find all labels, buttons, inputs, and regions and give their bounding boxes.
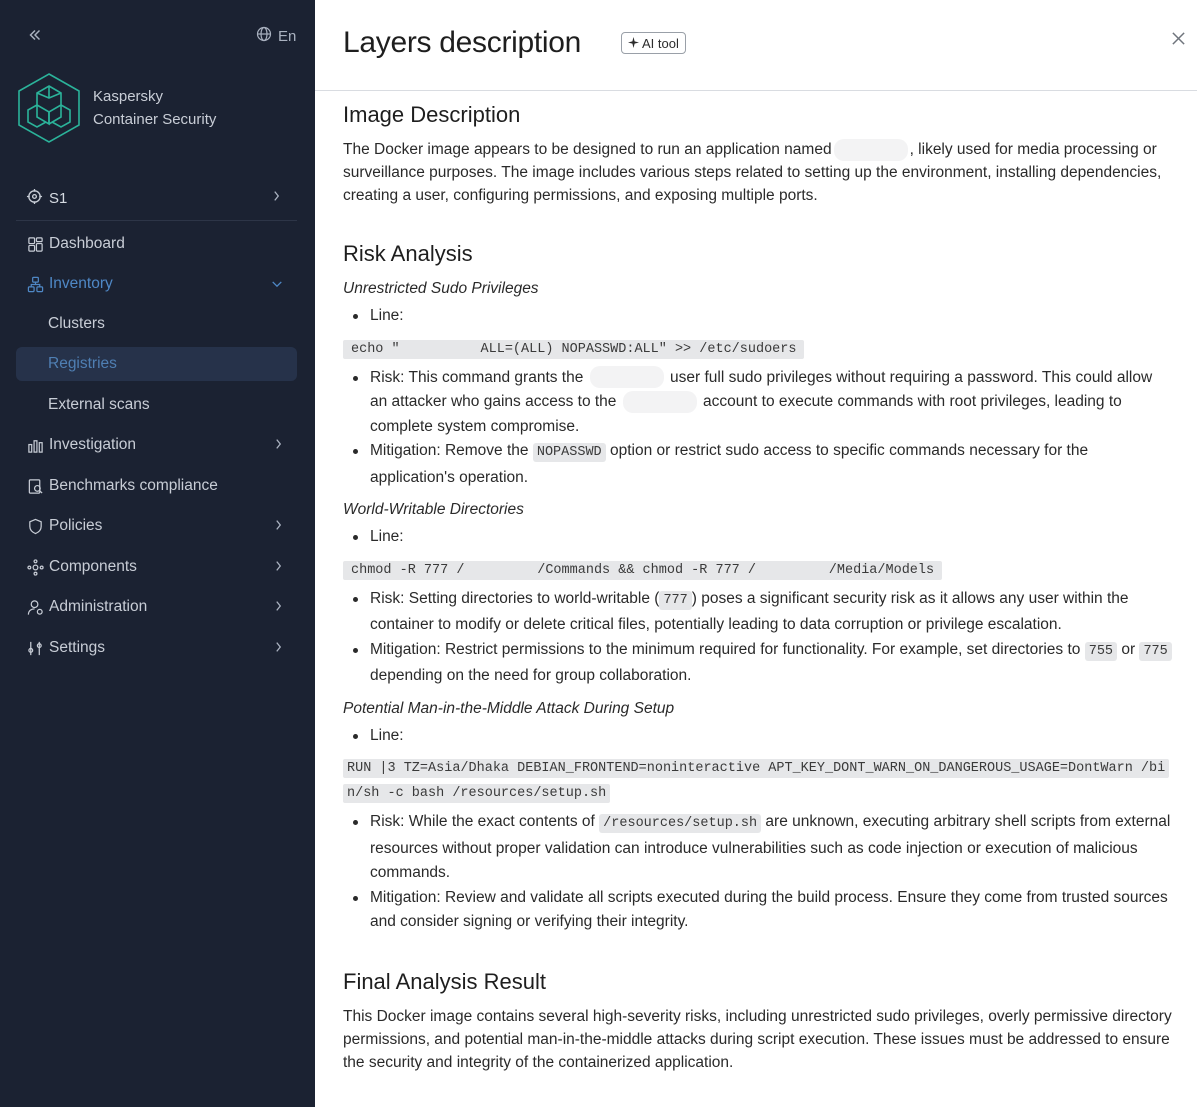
scope-selector[interactable]: S1 [26, 186, 288, 210]
language-label: En [278, 27, 297, 45]
list-item: Risk: While the exact contents of /resou… [343, 810, 1173, 886]
globe-icon [256, 26, 272, 46]
redacted-text [589, 366, 664, 389]
risk-list: Line: [343, 304, 1173, 329]
code-block: echo " ALL=(ALL) NOPASSWD:ALL" >> /etc/s… [343, 337, 1173, 362]
brand-name: Kaspersky Container Security [93, 88, 217, 128]
chevron-right-icon [274, 437, 283, 454]
sidebar: En Kaspersky Container Security S1 Dashb… [0, 0, 315, 1107]
ai-tool-badge: AI tool [621, 32, 686, 54]
section-heading: Risk Analysis [343, 241, 473, 266]
sidebar-item-policies[interactable]: Policies [16, 509, 297, 543]
list-item: Mitigation: Restrict permissions to the … [343, 638, 1173, 689]
chevron-down-icon [271, 276, 283, 292]
sidebar-item-components[interactable]: Components [16, 550, 297, 584]
risk-title: World-Writable Directories [343, 501, 524, 518]
risk-list: Risk: Setting directories to world-writa… [343, 587, 1173, 689]
risk-list: Line: [343, 724, 1173, 749]
risk-list: Risk: This command grants the user full … [343, 366, 1173, 491]
panel-content: Image Description The Docker image appea… [343, 100, 1173, 1074]
dashboard-icon [26, 235, 44, 253]
sidebar-item-registries[interactable]: Registries [16, 347, 297, 381]
final-result-text: This Docker image contains several high-… [343, 1007, 1172, 1071]
code-block: RUN |3 TZ=Asia/Dhaka DEBIAN_FRONTEND=non… [343, 756, 1173, 806]
shield-icon [26, 517, 44, 535]
sidebar-item-dashboard[interactable]: Dashboard [16, 227, 297, 261]
list-item: Mitigation: Review and validate all scri… [343, 886, 1173, 935]
sidebar-item-administration[interactable]: Administration [16, 590, 297, 624]
close-icon[interactable] [1169, 30, 1187, 48]
scope-label: S1 [49, 189, 68, 207]
inventory-icon [26, 275, 44, 293]
chevron-right-icon [274, 518, 283, 535]
investigation-icon [26, 436, 44, 454]
list-item: Risk: This command grants the user full … [343, 366, 1173, 440]
code-block: chmod -R 777 / /Commands && chmod -R 777… [343, 558, 1173, 583]
redacted-text [833, 138, 908, 161]
section-heading: Image Description [343, 102, 521, 127]
risk-list: Line: [343, 525, 1173, 550]
user-gear-icon [26, 598, 44, 616]
sidebar-item-investigation[interactable]: Investigation [16, 428, 297, 462]
list-item: Mitigation: Remove the NOPASSWD option o… [343, 439, 1173, 490]
sidebar-item-benchmarks-compliance[interactable]: Benchmarks compliance [16, 469, 297, 503]
chevron-right-icon [274, 640, 283, 657]
sparkle-icon [628, 36, 639, 51]
redacted-text [622, 390, 697, 413]
list-item: Risk: Setting directories to world-writa… [343, 587, 1173, 638]
target-icon [26, 188, 43, 209]
sidebar-item-external-scans[interactable]: External scans [16, 388, 297, 422]
settings-sliders-icon [26, 639, 44, 657]
section-heading: Final Analysis Result [343, 968, 546, 994]
list-item: Line: [343, 525, 1173, 550]
language-switch[interactable]: En [256, 26, 296, 46]
components-icon [26, 558, 44, 576]
list-item: Line: [343, 304, 1173, 329]
list-item: Line: [343, 724, 1173, 749]
chevron-right-icon [272, 189, 282, 205]
sidebar-item-settings[interactable]: Settings [16, 631, 297, 665]
layers-description-panel: Layers description AI tool Image Descrip… [315, 0, 1197, 1107]
divider [16, 220, 297, 221]
benchmark-icon [26, 477, 44, 495]
collapse-sidebar-icon[interactable] [26, 26, 46, 46]
page-title: Layers description [343, 26, 582, 59]
image-description-text: The Docker image appears to be designed … [343, 138, 1173, 207]
risk-title: Potential Man-in-the-Middle Attack Durin… [343, 699, 675, 717]
risk-list: Risk: While the exact contents of /resou… [343, 810, 1173, 935]
chevron-right-icon [274, 559, 283, 576]
sidebar-item-inventory[interactable]: Inventory [16, 267, 297, 301]
chevron-right-icon [274, 599, 283, 616]
kaspersky-logo-icon [16, 72, 82, 144]
panel-header: Layers description AI tool [315, 0, 1197, 91]
risk-title: Unrestricted Sudo Privileges [343, 280, 539, 297]
sidebar-item-clusters[interactable]: Clusters [16, 307, 297, 341]
